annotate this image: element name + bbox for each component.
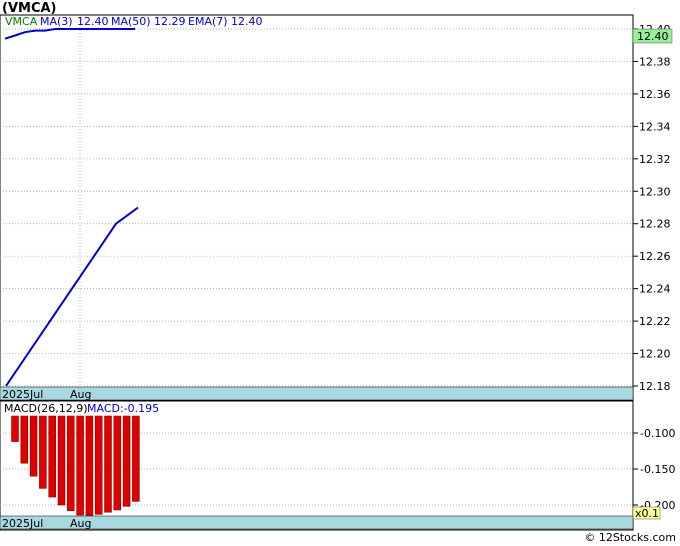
scale-badge-label: x0.1 (635, 507, 659, 520)
price-tick-label: 12.20 (639, 348, 671, 361)
price-tick-label: 12.30 (639, 185, 671, 198)
price-panel (0, 14, 634, 401)
macd-bar (132, 415, 140, 502)
macd-bar (11, 415, 19, 442)
legend-ma50-label: MA(50) (111, 15, 151, 28)
legend-symbol: VMCA (5, 15, 38, 28)
macd-bar (57, 415, 66, 506)
macd-x-label-aug: Aug (70, 517, 91, 530)
legend-ma3-value: 12.40 (77, 15, 109, 28)
price-y-axis: 12.18 12.20 12.22 12.24 12.26 12.28 12.30 12.32… (633, 23, 671, 393)
price-tick-label: 12.18 (639, 380, 671, 393)
macd-bar (104, 415, 112, 513)
legend-ema7-value: 12.40 (231, 15, 263, 28)
price-date-band (0, 386, 634, 401)
macd-y-axis: -0.100-0.150-0.200 (633, 427, 675, 512)
chart-title: (VMCA) (2, 1, 56, 16)
macd-bar (20, 415, 29, 464)
price-tick-label: 12.24 (639, 283, 671, 296)
legend: VMCA MA(3) 12.40 MA(50) 12.29 EMA(7) 12.… (5, 15, 263, 28)
watermark: © 12Stocks.com (584, 531, 676, 544)
price-tick-label: 12.26 (639, 250, 671, 263)
price-tick-label: 12.32 (639, 153, 671, 166)
macd-bar (122, 415, 131, 507)
current-price-label: 12.40 (637, 30, 669, 43)
legend-ma50-value: 12.29 (154, 15, 186, 28)
macd-bar (85, 415, 94, 517)
stock-chart: (VMCA) 12.1812.2012.2212.2412.2612.2812.… (0, 1, 676, 544)
legend-ema7-label: EMA(7) (188, 15, 228, 28)
macd-tick-label: -0.150 (640, 463, 675, 476)
macd-bar (48, 415, 56, 498)
price-x-label-aug: Aug (70, 388, 91, 401)
price-tick-label: 12.22 (639, 315, 671, 328)
price-tick-label: 12.38 (639, 55, 671, 68)
macd-bar (67, 415, 75, 512)
macd-bar (39, 415, 47, 489)
macd-bar (113, 415, 122, 511)
macd-x-label-jul: 2025Jul (2, 517, 43, 530)
macd-date-band (0, 515, 634, 530)
macd-tick-label: -0.100 (640, 427, 675, 440)
price-tick-label: 12.36 (639, 88, 671, 101)
price-tick-label: 12.28 (639, 218, 671, 231)
price-tick-label: 12.34 (639, 120, 671, 133)
legend-ma3-label: MA(3) (40, 15, 73, 28)
price-x-label-jul: 2025Jul (2, 388, 43, 401)
macd-bar (29, 415, 38, 477)
macd-bar (76, 415, 84, 516)
macd-label: MACD(26,12,9) (4, 402, 88, 415)
macd-bar (94, 415, 103, 515)
macd-value: MACD:-0.195 (87, 402, 159, 415)
